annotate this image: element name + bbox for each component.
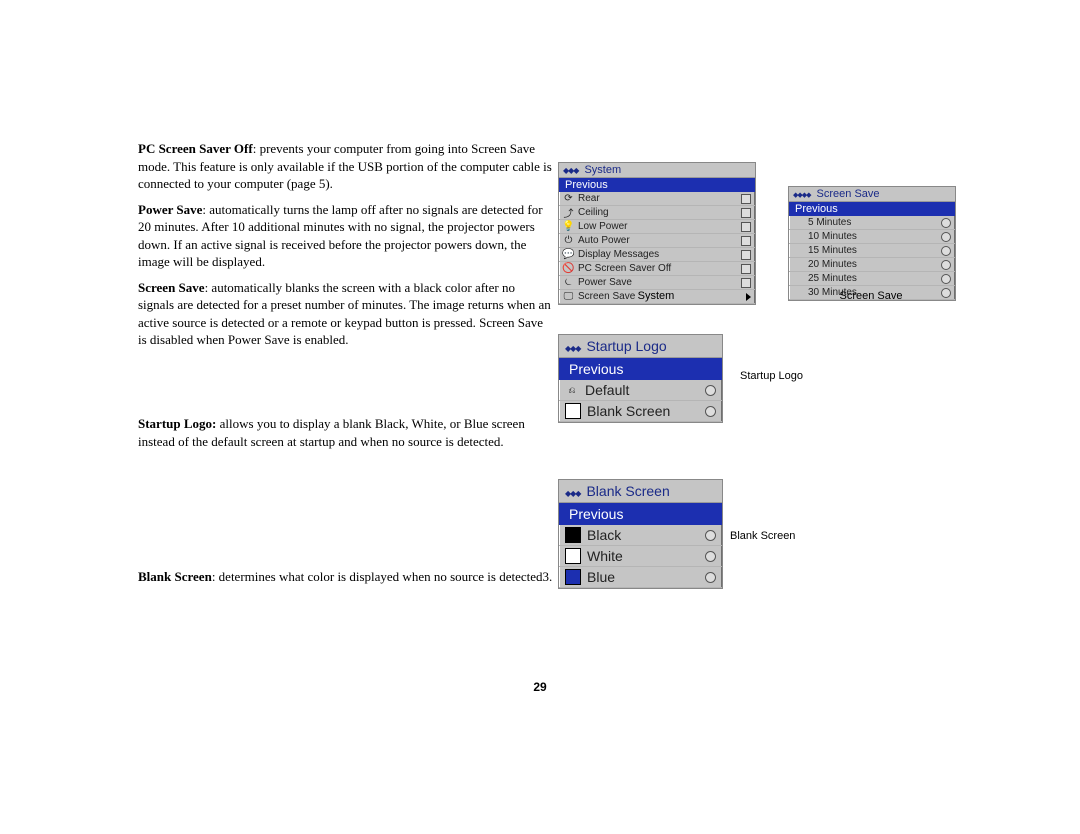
para-blank-screen: Blank Screen: determines what color is d… xyxy=(138,568,553,586)
para-startup-logo: Startup Logo: allows you to display a bl… xyxy=(138,415,553,450)
logo-icon: ⎌ xyxy=(565,383,579,397)
ceiling-icon: ⤴ xyxy=(563,207,574,218)
system-item-auto-power[interactable]: ⏻Auto Power xyxy=(559,234,755,248)
para-power-save: Power Save: automatically turns the lamp… xyxy=(138,201,553,271)
blank-item-black[interactable]: Black xyxy=(559,525,722,546)
screensave-15min[interactable]: 15 Minutes xyxy=(789,244,955,258)
screensave-menu-previous[interactable]: Previous xyxy=(789,202,955,216)
swatch-white-icon xyxy=(565,548,581,564)
system-item-low-power[interactable]: 💡Low Power xyxy=(559,220,755,234)
page-number: 29 xyxy=(0,680,1080,694)
screensave-menu: Screen Save Previous 5 Minutes 10 Minute… xyxy=(788,186,956,301)
power-icon: ⏻ xyxy=(563,235,574,246)
blank-item-white[interactable]: White xyxy=(559,546,722,567)
system-menu-previous[interactable]: Previous xyxy=(559,178,755,192)
desc-blank-screen: : determines what color is displayed whe… xyxy=(212,569,552,584)
startup-logo-previous[interactable]: Previous xyxy=(559,358,722,380)
system-item-pcss[interactable]: 🚫PC Screen Saver Off xyxy=(559,262,755,276)
blank-screen-menu: Blank Screen Previous Black White Blue xyxy=(558,479,723,589)
startup-logo-menu: Startup Logo Previous ⎌Default Blank Scr… xyxy=(558,334,723,423)
term-blank-screen: Blank Screen xyxy=(138,569,212,584)
body-text-column: PC Screen Saver Off: prevents your compu… xyxy=(138,140,553,594)
system-item-ceiling[interactable]: ⤴Ceiling xyxy=(559,206,755,220)
startup-item-default[interactable]: ⎌Default xyxy=(559,380,722,401)
screensave-menu-title: Screen Save xyxy=(789,187,955,202)
system-menu-title: System xyxy=(559,163,755,178)
swatch-blue-icon xyxy=(565,569,581,585)
term-pc-screen-saver: PC Screen Saver Off xyxy=(138,141,253,156)
screensave-20min[interactable]: 20 Minutes xyxy=(789,258,955,272)
bulb-icon: 💡 xyxy=(563,221,574,232)
term-startup-logo: Startup Logo: xyxy=(138,416,216,431)
term-power-save: Power Save xyxy=(138,202,202,217)
swatch-black-icon xyxy=(565,527,581,543)
screensave-caption: Screen Save xyxy=(788,290,954,302)
message-icon: 💬 xyxy=(563,249,574,260)
para-screen-save: Screen Save: automatically blanks the sc… xyxy=(138,279,553,349)
screensave-25min[interactable]: 25 Minutes xyxy=(789,272,955,286)
system-item-rear[interactable]: ⟳Rear xyxy=(559,192,755,206)
startup-logo-caption: Startup Logo xyxy=(740,370,820,382)
blank-icon xyxy=(565,403,581,419)
system-item-power-save[interactable]: ⏾Power Save xyxy=(559,276,755,290)
startup-logo-title: Startup Logo xyxy=(559,335,722,358)
term-screen-save: Screen Save xyxy=(138,280,205,295)
blank-screen-title: Blank Screen xyxy=(559,480,722,503)
blank-screen-previous[interactable]: Previous xyxy=(559,503,722,525)
system-item-display-messages[interactable]: 💬Display Messages xyxy=(559,248,755,262)
power-save-icon: ⏾ xyxy=(563,277,574,288)
blank-item-blue[interactable]: Blue xyxy=(559,567,722,588)
rear-icon: ⟳ xyxy=(563,193,574,204)
screensave-10min[interactable]: 10 Minutes xyxy=(789,230,955,244)
para-pc-screen-saver: PC Screen Saver Off: prevents your compu… xyxy=(138,140,553,193)
screensave-5min[interactable]: 5 Minutes xyxy=(789,216,955,230)
system-caption: System xyxy=(558,290,754,302)
blank-screen-caption: Blank Screen xyxy=(730,530,810,542)
system-menu: System Previous ⟳Rear ⤴Ceiling 💡Low Powe… xyxy=(558,162,756,305)
screensaver-off-icon: 🚫 xyxy=(563,263,574,274)
startup-item-blank[interactable]: Blank Screen xyxy=(559,401,722,422)
